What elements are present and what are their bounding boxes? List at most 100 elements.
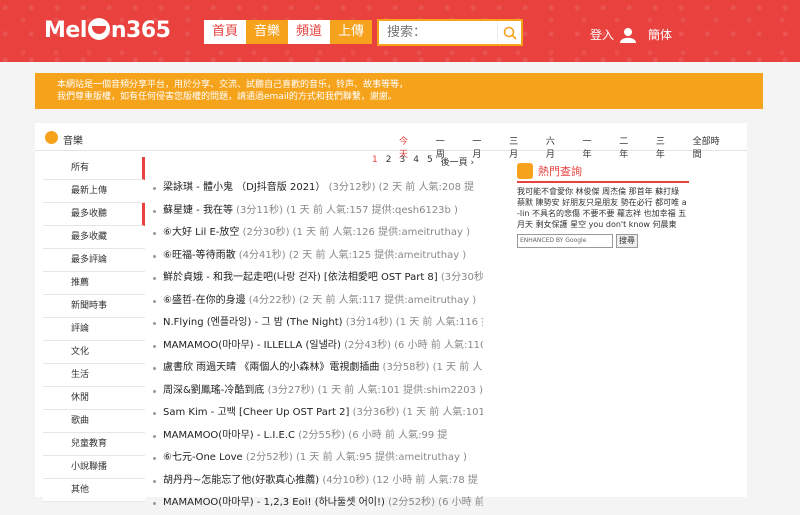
tab-all[interactable]: 全部時間 — [693, 134, 728, 160]
song-meta: (3分36秒) (1 天 前 人氣:101 提 — [352, 407, 483, 418]
google-search: ENHANCED BY Google 搜尋 — [517, 234, 689, 248]
logo-text-right: n365 — [110, 18, 171, 43]
hot-keywords[interactable]: 我可能不會愛你 林俊傑 周杰倫 那首年 蘇打綠 蔡默 陳勢安 好朋友只是朋友 勢… — [517, 186, 689, 230]
sidebar-item-other[interactable]: 其他 — [43, 479, 145, 502]
song-title[interactable]: 梁詠琪 - 體小鬼 （DJ抖音版 2021） — [163, 182, 325, 193]
sidebar-item-all[interactable]: 所有 — [43, 157, 145, 180]
panel-header: 音樂 今天 一周 一月 三月 六月 一年 二年 三年 全部時間 — [35, 123, 747, 160]
list-item: Sam Kim - 고백 [Cheer Up OST Part 2] (3分36… — [153, 402, 483, 425]
list-item: 周深&劉鳳瑤-冷酷到底 (3分27秒) (1 天 前 人氣:101 提供:shi… — [153, 380, 483, 403]
sidebar-item-most-commented[interactable]: 最多評論 — [43, 249, 145, 272]
song-title[interactable]: MAMAMOO(마마무) - 1,2,3 Eoi! (하나둘셋 어이!) — [163, 497, 385, 508]
song-meta: (2分52秒) (6 小時 前 — [388, 497, 483, 508]
sidebar-item-recommended[interactable]: 推薦 — [43, 272, 145, 295]
song-title[interactable]: 蘇星婕 - 我在等 — [163, 205, 233, 216]
site-logo[interactable]: Mel n365 — [44, 18, 171, 43]
list-item: 盧書欣 雨過天晴 《兩個人的小森林》電視劇插曲 (3分58秒) (1 天 前 人 — [153, 357, 483, 380]
sidebar-item-novels[interactable]: 小說聯播 — [43, 456, 145, 479]
sidebar-item-kids[interactable]: 兒童教育 — [43, 433, 145, 456]
search-button[interactable] — [497, 21, 521, 44]
list-item: MAMAMOO(마마무) - L.I.E.C (2分55秒) (6 小時 前 人… — [153, 425, 483, 448]
song-meta: (3分58秒) (1 天 前 人 — [382, 362, 483, 373]
tab-3months[interactable]: 三月 — [509, 134, 527, 160]
nav-music[interactable]: 音樂 — [246, 20, 289, 44]
nav-channel[interactable]: 頻道 — [288, 20, 331, 44]
search-icon — [503, 26, 517, 40]
google-search-button[interactable]: 搜尋 — [616, 234, 638, 248]
sidebar-item-culture[interactable]: 文化 — [43, 341, 145, 364]
nav-upload[interactable]: 上傳 — [330, 20, 373, 44]
list-item: MAMAMOO(마마무) - 1,2,3 Eoi! (하나둘셋 어이!) (2分… — [153, 492, 483, 515]
tab-6months[interactable]: 六月 — [546, 134, 564, 160]
category-sidebar: 所有 最新上傳 最多收聽 最多收藏 最多評論 推薦 新聞時事 評論 文化 生活 … — [43, 157, 145, 502]
song-title[interactable]: 鮮於貞娥 - 和我一起走吧(나랑 걷자) [依法相愛吧 OST Part 8] — [163, 272, 438, 283]
page-2[interactable]: 2 — [386, 155, 392, 168]
tab-year[interactable]: 一年 — [583, 134, 601, 160]
pagination: 1 2 3 4 5 後一頁 › — [372, 155, 482, 168]
search-input[interactable] — [379, 21, 497, 44]
song-title[interactable]: N.Flying (엔플라잉) - 그 밤 (The Night) — [163, 317, 343, 328]
song-meta: (3分12秒) (2 天 前 人氣:208 提 — [328, 182, 475, 193]
list-item: 蘇星婕 - 我在等 (3分11秒) (1 天 前 人氣:157 提供:qesh6… — [153, 200, 483, 223]
song-title[interactable]: ⑥旺福-等待雨散 — [163, 250, 236, 261]
list-item: ⑥大好 Lil E-放空 (2分30秒) (1 天 前 人氣:126 提供:am… — [153, 222, 483, 245]
music-icon — [45, 131, 58, 144]
list-item: MAMAMOO(마마무) - ILLELLA (일낼라) (2分43秒) (6 … — [153, 335, 483, 358]
song-meta: (3分27秒) (1 天 前 人氣:101 提供:shim2203 ) — [267, 384, 483, 396]
page-5[interactable]: 5 — [427, 155, 433, 168]
watermelon-icon — [87, 18, 110, 40]
user-icon[interactable] — [620, 27, 637, 43]
list-item: 胡丹丹~怎能忘了他(好歌真心推薦) (4分10秒) (12 小時 前 人氣:78… — [153, 470, 483, 493]
lang-switch[interactable]: 簡体 — [648, 26, 672, 43]
search-box — [377, 19, 523, 46]
song-title[interactable]: 胡丹丹~怎能忘了他(好歌真心推薦) — [163, 475, 319, 486]
login-link[interactable]: 登入 — [590, 26, 614, 43]
google-search-input[interactable]: ENHANCED BY Google — [517, 234, 613, 248]
hot-search-title: 熱門查詢 — [538, 165, 582, 178]
notice-line-1: 本網站是一個音頻分享平台，用於分享、交流、試聽自己喜歡的音乐，铃声、故事等等， — [57, 80, 409, 90]
fire-icon — [517, 163, 533, 179]
song-meta: (2分30秒) (1 天 前 人氣:126 提供:ameitruthay ) — [242, 227, 471, 238]
song-meta: (4分22秒) (2 天 前 人氣:117 提供:ameitruthay ) — [248, 294, 477, 306]
nav-home[interactable]: 首頁 — [204, 20, 247, 44]
page-4[interactable]: 4 — [413, 155, 419, 168]
song-title[interactable]: 盧書欣 雨過天晴 《兩個人的小森林》電視劇插曲 — [163, 362, 379, 373]
panel-title: 音樂 — [63, 136, 83, 147]
sidebar-item-leisure[interactable]: 休閒 — [43, 387, 145, 410]
song-title[interactable]: ⑥大好 Lil E-放空 — [163, 227, 239, 238]
list-item: ⑥七元-One Love (2分52秒) (1 天 前 人氣:95 提供:ame… — [153, 447, 483, 470]
song-title[interactable]: MAMAMOO(마마무) - ILLELLA (일낼라) — [163, 340, 341, 351]
sidebar-item-news[interactable]: 新聞時事 — [43, 295, 145, 318]
sidebar-item-commentary[interactable]: 評論 — [43, 318, 145, 341]
song-title[interactable]: MAMAMOO(마마무) - L.I.E.C — [163, 430, 295, 441]
song-title[interactable]: ⑥七元-One Love — [163, 452, 243, 463]
page-3[interactable]: 3 — [399, 155, 405, 168]
next-page[interactable]: 後一頁 › — [441, 155, 474, 168]
sidebar-item-songs[interactable]: 歌曲 — [43, 410, 145, 433]
site-header: Mel n365 首頁 音樂 頻道 上傳 登入 簡体 — [0, 0, 800, 62]
song-meta: (2分43秒) (6 小時 前 人氣:110 — [344, 339, 483, 351]
tab-2years[interactable]: 二年 — [619, 134, 637, 160]
song-meta: (3分11秒) (1 天 前 人氣:157 提供:qesh6123b ) — [236, 204, 458, 216]
tab-3years[interactable]: 三年 — [656, 134, 674, 160]
song-title[interactable]: 周深&劉鳳瑤-冷酷到底 — [163, 385, 264, 396]
song-meta: (2分52秒) (1 天 前 人氣:95 提供:ameitruthay ) — [245, 452, 467, 463]
sidebar-item-most-saved[interactable]: 最多收藏 — [43, 226, 145, 249]
song-meta: (3分30秒) — [440, 272, 483, 283]
sidebar-item-newest[interactable]: 最新上傳 — [43, 180, 145, 203]
main-nav: 首頁 音樂 頻道 上傳 — [204, 20, 373, 44]
song-meta: (2分55秒) (6 小時 前 人氣:99 提 — [298, 429, 448, 441]
song-title[interactable]: ⑥盛哲-在你的身邊 — [163, 295, 246, 306]
list-item: ⑥旺福-等待雨散 (4分41秒) (2 天 前 人氣:125 提供:ameitr… — [153, 245, 483, 268]
sidebar-item-life[interactable]: 生活 — [43, 364, 145, 387]
music-panel: 音樂 今天 一周 一月 三月 六月 一年 二年 三年 全部時間 所有 最新上傳 … — [35, 123, 747, 508]
hot-search-header: 熱門查詢 — [517, 161, 689, 183]
header-right: 登入 簡体 — [590, 26, 672, 43]
song-list: 梁詠琪 - 體小鬼 （DJ抖音版 2021） (3分12秒) (2 天 前 人氣… — [153, 177, 483, 515]
page-1[interactable]: 1 — [372, 155, 378, 168]
list-item: 鮮於貞娥 - 和我一起走吧(나랑 걷자) [依法相愛吧 OST Part 8] … — [153, 267, 483, 290]
song-meta: (3分14秒) (1 天 前 人氣:116 提 — [345, 317, 483, 328]
list-item: 梁詠琪 - 體小鬼 （DJ抖音版 2021） (3分12秒) (2 天 前 人氣… — [153, 177, 483, 200]
song-title[interactable]: Sam Kim - 고백 [Cheer Up OST Part 2] — [163, 407, 349, 418]
sidebar-item-most-listened[interactable]: 最多收聽 — [43, 203, 145, 226]
